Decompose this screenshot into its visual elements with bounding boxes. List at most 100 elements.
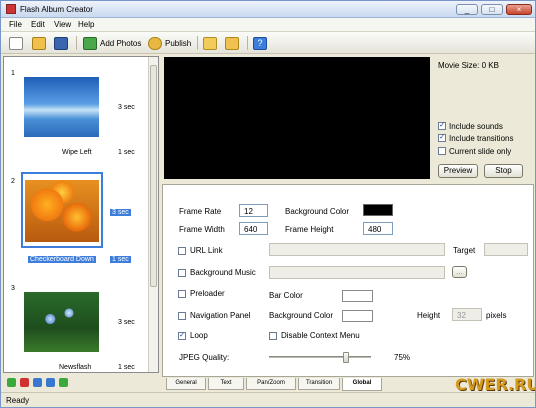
transition-duration[interactable]: 1 sec [118,149,135,156]
loop-label: Loop [190,331,208,340]
settings-panel: Frame Rate 12 Background Color Frame Wid… [162,184,534,377]
tab-text[interactable]: Text [208,378,244,390]
app-icon [6,4,16,14]
new-document-icon [9,36,23,50]
transition-duration[interactable]: 1 sec [110,256,131,263]
pencil-icon [203,36,217,50]
current-slide-only-checkbox[interactable] [438,147,446,155]
add-photos-label: Add Photos [100,38,142,48]
transition-duration[interactable]: 1 sec [118,364,135,371]
menu-edit[interactable]: Edit [31,20,45,29]
include-sounds-checkbox[interactable]: ✓ [438,122,446,130]
movie-size: Movie Size: 0 KB [438,61,499,70]
background-music-input[interactable] [269,266,445,279]
frame-rate-input[interactable]: 12 [239,204,268,217]
title-bar: Flash Album Creator _ □ × [1,1,535,18]
save-button[interactable] [54,35,68,51]
navigation-panel-checkbox[interactable] [178,312,186,320]
preview-button[interactable]: Preview [438,164,478,178]
jpeg-quality-slider[interactable] [269,352,371,363]
menu-help[interactable]: Help [78,20,94,29]
tab-transition[interactable]: Transition [298,378,340,390]
include-transitions-label: Include transitions [449,134,514,143]
menu-view[interactable]: View [54,20,71,29]
email-button[interactable] [225,35,239,51]
tab-general[interactable]: General [166,378,206,390]
slide-duration[interactable]: 3 sec [110,209,131,216]
jpeg-quality-value: 75% [394,353,411,362]
tab-global[interactable]: Global [342,378,382,391]
menu-file[interactable]: File [9,20,22,29]
slide-number: 3 [11,285,15,292]
move-down-icon[interactable] [46,378,55,387]
include-sounds-label: Include sounds [449,122,503,131]
url-link-checkbox[interactable] [178,247,186,255]
help-button[interactable]: ? [253,35,267,51]
slide-number: 2 [11,178,15,185]
slide-thumbnail[interactable] [25,180,99,242]
slide-thumbnail[interactable] [24,292,99,352]
publish-button[interactable]: Publish [148,35,191,51]
slide-transition[interactable]: Checkerboard Down [28,256,96,263]
watermark-logo: CWER.RU [435,369,535,405]
frame-height-label: Frame Height [285,225,334,234]
include-transitions-checkbox[interactable]: ✓ [438,134,446,142]
url-link-input[interactable] [269,243,445,256]
disable-context-menu-label: Disable Context Menu [281,331,360,340]
toolbar-separator [247,36,248,50]
slide-list[interactable]: 1 3 sec Wipe Left 1 sec 2 3 sec Checkerb… [3,56,159,373]
stop-button[interactable]: Stop [484,164,523,178]
maximize-button[interactable]: □ [481,4,503,15]
bar-color-picker[interactable] [342,290,373,302]
preview-area [164,57,430,179]
background-music-label: Background Music [190,268,256,277]
background-music-checkbox[interactable] [178,269,186,277]
edit-button[interactable] [203,35,217,51]
slide-transition[interactable]: Wipe Left [62,149,92,156]
new-button[interactable] [9,35,23,51]
status-text: Ready [6,396,30,405]
loop-checkbox[interactable]: ✓ [178,332,186,340]
slide-duration[interactable]: 3 sec [118,104,135,111]
background-color-label: Background Color [285,207,350,216]
minimize-button[interactable]: _ [456,4,478,15]
jpeg-quality-label: JPEG Quality: [179,353,230,362]
slide-duration[interactable]: 3 sec [118,319,135,326]
target-label: Target [453,246,476,255]
preloader-checkbox[interactable] [178,290,186,298]
disable-context-menu-checkbox[interactable] [269,332,277,340]
url-link-label: URL Link [190,246,223,255]
move-up-icon[interactable] [33,378,42,387]
slide-tools [7,378,68,390]
preloader-label: Preloader [190,289,225,298]
browse-music-button[interactable]: ... [452,266,467,278]
publish-icon [148,36,162,50]
frame-rate-label: Frame Rate [179,207,222,216]
add-photos-button[interactable]: Add Photos [83,35,141,51]
publish-label: Publish [165,38,192,48]
add-photos-icon [83,36,97,50]
slide-transition[interactable]: Newsflash [59,364,91,371]
slide-thumbnail[interactable] [24,77,99,137]
envelope-icon [225,36,239,50]
shuffle-icon[interactable] [59,378,68,387]
add-icon[interactable] [7,378,16,387]
folder-icon [32,36,46,50]
background-color-picker[interactable] [363,204,393,216]
scrollbar-thumb[interactable] [150,65,157,287]
frame-height-input[interactable]: 480 [363,222,393,235]
slide-list-scrollbar[interactable] [148,57,158,372]
tab-pan-zoom[interactable]: Pan/Zoom [246,378,296,390]
close-button[interactable]: × [506,4,532,15]
help-icon: ? [253,36,267,50]
window-title: Flash Album Creator [20,5,93,14]
frame-width-input[interactable]: 640 [239,222,268,235]
frame-width-label: Frame Width [179,225,225,234]
open-button[interactable] [32,35,46,51]
slider-knob[interactable] [343,352,349,363]
nav-background-color-picker[interactable] [342,310,373,322]
height-input[interactable]: 32 [452,308,482,321]
target-select[interactable] [484,243,528,256]
toolbar-separator [197,36,198,50]
delete-icon[interactable] [20,378,29,387]
